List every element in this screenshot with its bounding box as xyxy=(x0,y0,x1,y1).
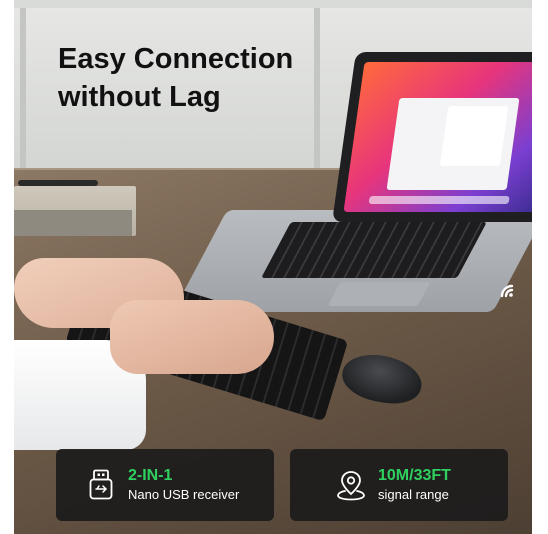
headline-line-1: Easy Connection xyxy=(58,43,294,75)
headline-line-2: without Lag xyxy=(58,81,221,113)
laptop-keyboard xyxy=(261,222,487,278)
laptop-trackpad xyxy=(327,282,431,306)
book-stack-lower xyxy=(14,210,132,236)
laptop-screen xyxy=(332,52,532,222)
wall-panel xyxy=(20,8,26,183)
feature-subtitle: Nano USB receiver xyxy=(128,487,240,502)
feature-title: 10M/33FT xyxy=(378,467,451,484)
feature-card-receiver: 2-IN-1 Nano USB receiver xyxy=(56,449,274,521)
wireless-signal-icon xyxy=(500,284,514,298)
usb-receiver-icon xyxy=(86,467,116,503)
dock xyxy=(368,196,510,204)
dialog-window xyxy=(439,106,509,166)
screen-wallpaper xyxy=(343,62,532,212)
headline: Easy Connection without Lag xyxy=(58,40,318,116)
right-hand xyxy=(110,300,274,374)
feature-subtitle: signal range xyxy=(378,487,449,502)
feature-card-range: 10M/33FT signal range xyxy=(290,449,508,521)
location-pin-icon xyxy=(336,467,366,503)
feature-title: 2-IN-1 xyxy=(128,467,173,484)
